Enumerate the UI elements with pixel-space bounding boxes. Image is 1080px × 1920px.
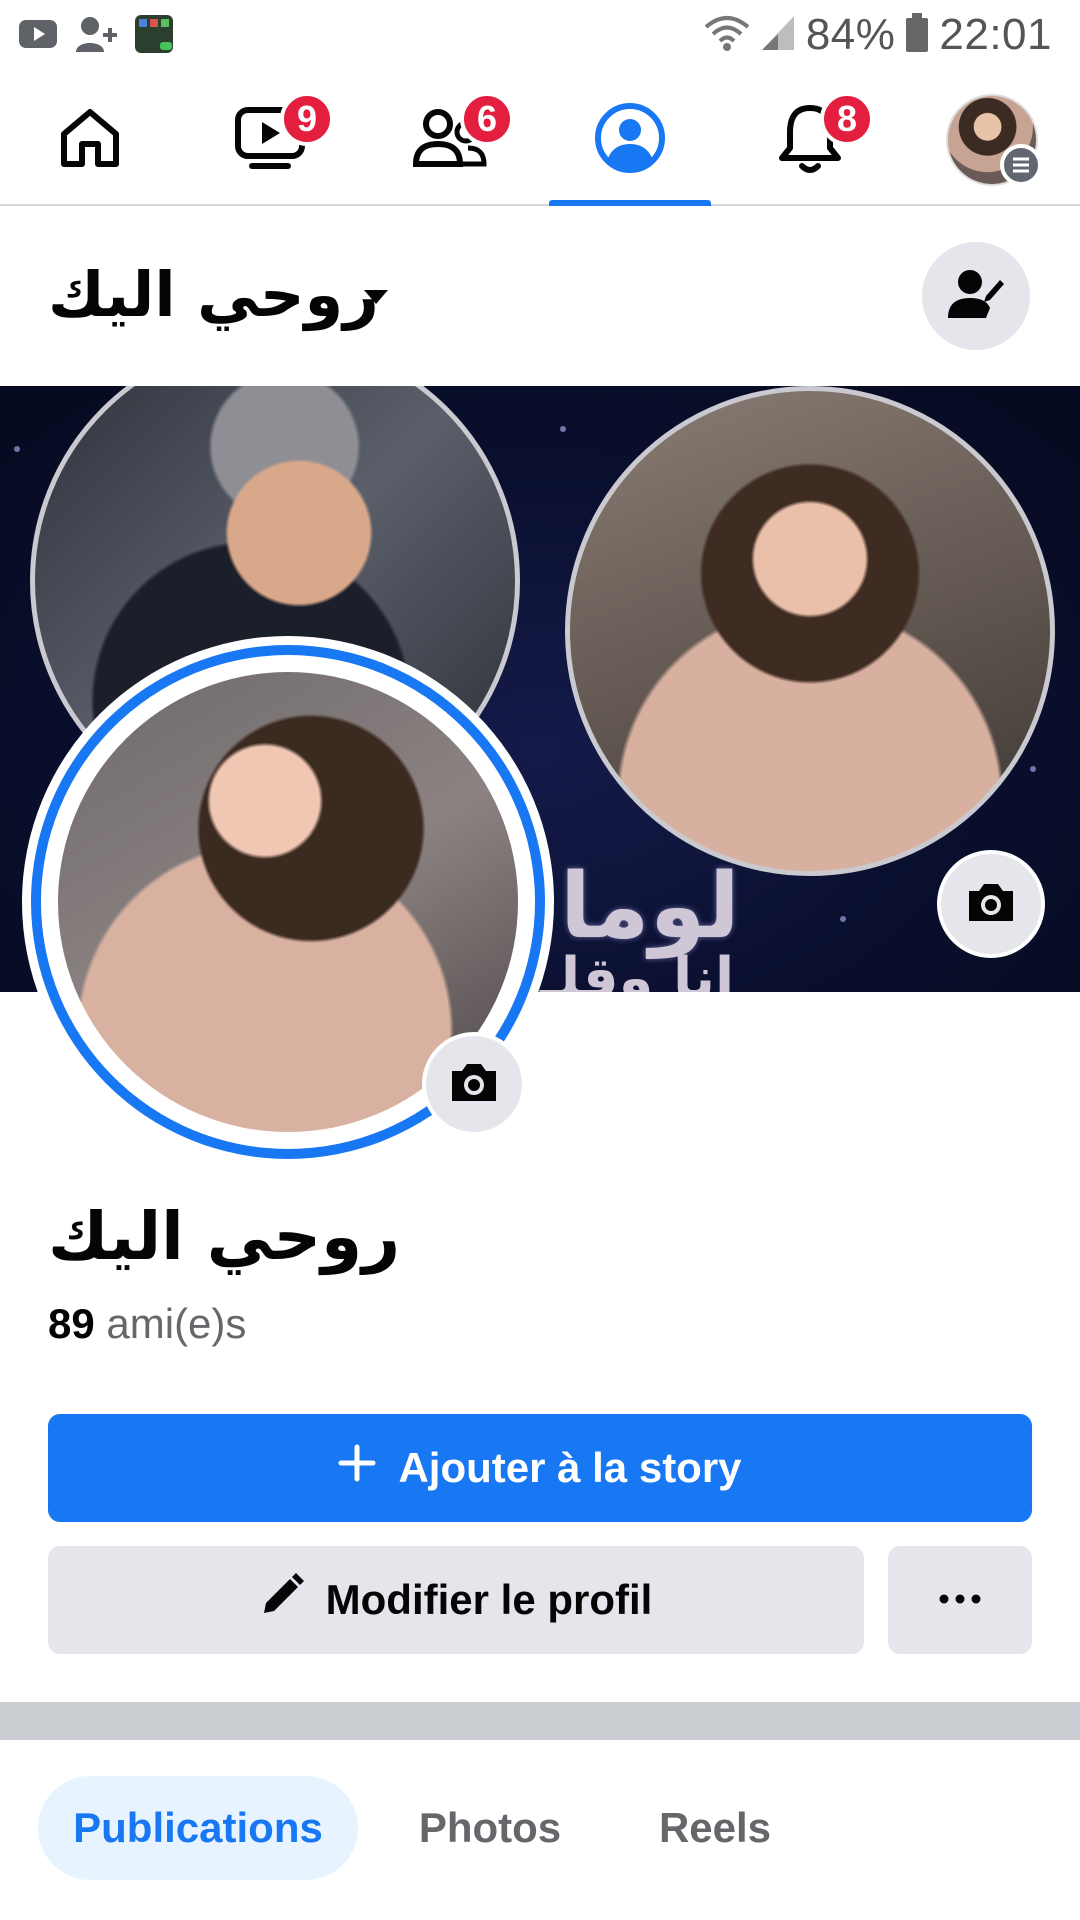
nav-notifications[interactable]: 8	[730, 76, 890, 204]
profile-icon	[592, 100, 668, 181]
edit-profile-label: Modifier le profil	[325, 1576, 653, 1623]
friends-badge: 6	[460, 92, 514, 146]
add-to-story-button[interactable]: Ajouter à la story	[48, 1414, 1032, 1522]
cover-image-woman	[565, 386, 1055, 876]
account-switcher-name[interactable]: روحي اليك	[48, 258, 379, 331]
edit-profile-picture-camera-button[interactable]	[422, 1032, 526, 1136]
app-notification-icon	[134, 14, 174, 59]
battery-percent: 84%	[805, 10, 896, 59]
top-navigation: 9 6 8	[0, 76, 1080, 206]
nav-menu[interactable]	[912, 76, 1072, 204]
section-divider	[0, 1702, 1080, 1740]
edit-cover-camera-button[interactable]	[937, 850, 1045, 958]
more-dots-icon	[938, 1591, 982, 1609]
nav-friends[interactable]: 6	[370, 76, 530, 204]
tab-reels[interactable]: Reels	[630, 1776, 800, 1880]
nav-watch[interactable]: 9	[190, 76, 350, 204]
friends-count[interactable]: 89 ami(e)s	[48, 1300, 246, 1348]
profile-tabs: Publications Photos Reels	[0, 1740, 1080, 1920]
caret-down-icon[interactable]	[362, 288, 390, 311]
cover-caption: لوما	[560, 854, 740, 959]
friends-number: 89	[48, 1300, 95, 1347]
youtube-icon	[18, 18, 58, 55]
nav-profile[interactable]	[550, 76, 710, 204]
tab-photos[interactable]: Photos	[400, 1776, 580, 1880]
battery-icon	[905, 12, 929, 58]
home-icon	[54, 102, 126, 179]
clock: 22:01	[939, 10, 1052, 59]
nav-home[interactable]	[10, 76, 170, 204]
friends-label: ami(e)s	[106, 1300, 247, 1347]
camera-icon	[448, 1061, 500, 1108]
cover-caption-2: انا وقلـ	[540, 946, 735, 992]
status-bar: 84% 22:01	[0, 0, 1080, 76]
notifications-badge: 8	[820, 92, 874, 146]
add-person-icon	[74, 14, 118, 59]
profile-name: روحي اليك	[48, 1198, 401, 1275]
menu-icon	[1000, 144, 1042, 186]
more-options-button[interactable]	[888, 1546, 1032, 1654]
edit-profile-button[interactable]: Modifier le profil	[48, 1546, 864, 1654]
wifi-icon	[704, 13, 750, 58]
tab-publications[interactable]: Publications	[38, 1776, 358, 1880]
profile-header-bar: روحي اليك	[0, 206, 1080, 386]
add-to-story-label: Ajouter à la story	[398, 1444, 742, 1491]
edit-profile-shortcut-button[interactable]	[922, 242, 1030, 350]
signal-icon	[760, 14, 796, 57]
camera-icon	[965, 881, 1017, 928]
pencil-icon	[260, 1573, 304, 1627]
plus-icon	[338, 1444, 376, 1492]
watch-badge: 9	[280, 92, 334, 146]
person-edit-icon	[946, 266, 1006, 327]
